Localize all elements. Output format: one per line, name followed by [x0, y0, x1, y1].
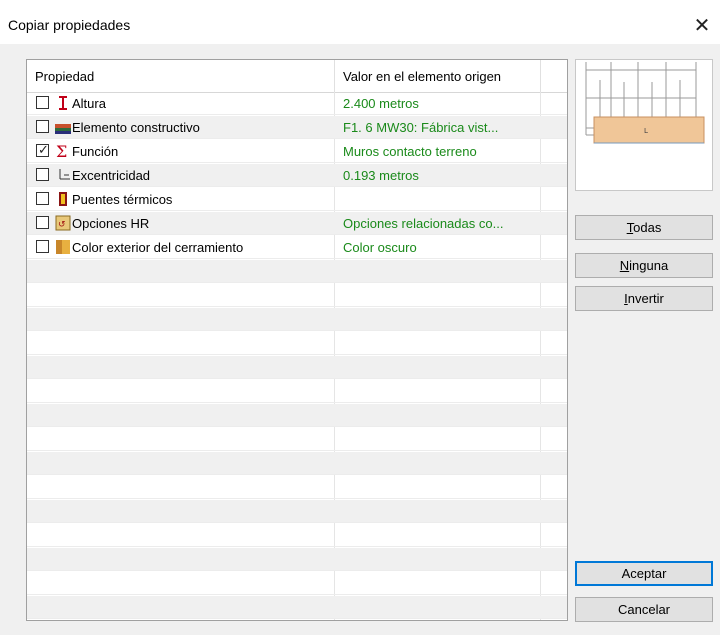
table-row [27, 476, 567, 499]
table-row[interactable]: ✓ Σ Función Muros contacto terreno [27, 140, 567, 163]
property-label: Excentricidad [72, 168, 151, 183]
button-label: inguna [629, 258, 669, 273]
table-row [27, 500, 567, 523]
table-row[interactable]: Puentes térmicos [27, 188, 567, 211]
exterior-color-icon [55, 239, 71, 255]
table-row[interactable]: Excentricidad 0.193 metros [27, 164, 567, 187]
table-row[interactable]: Color exterior del cerramiento Color oscu… [27, 236, 567, 259]
hr-options-icon: ↺ [55, 215, 71, 231]
table-row[interactable]: ↺ Opciones HR Opciones relacionadas co... [27, 212, 567, 235]
properties-list[interactable]: Propiedad Valor en el elemento origen Al… [26, 59, 568, 621]
table-row [27, 428, 567, 451]
header-property[interactable]: Propiedad [35, 69, 94, 84]
construction-element-icon [55, 119, 71, 135]
table-row [27, 356, 567, 379]
column-separator[interactable] [334, 60, 335, 92]
checkbox[interactable] [36, 120, 49, 133]
building-preview: L [576, 60, 712, 190]
window-title: Copiar propiedades [8, 17, 131, 33]
thermal-bridge-icon [55, 191, 71, 207]
invert-button[interactable]: Invertir [575, 286, 713, 311]
checkmark-icon: ✓ [38, 142, 49, 157]
title-bar: Copiar propiedades ✕ [0, 0, 720, 44]
preview-image: L [575, 59, 713, 191]
button-label: odas [633, 220, 662, 235]
checkbox[interactable] [36, 96, 49, 109]
sigma-icon: Σ [55, 142, 71, 161]
property-value: 0.193 metros [343, 168, 419, 183]
property-value: Muros contacto terreno [343, 144, 477, 159]
property-value: F1. 6 MW30: Fábrica vist... [343, 120, 499, 135]
table-row [27, 260, 567, 283]
table-row [27, 524, 567, 547]
checkbox[interactable] [36, 168, 49, 181]
checkbox[interactable] [36, 216, 49, 229]
property-label: Altura [72, 96, 106, 111]
property-label: Opciones HR [72, 216, 150, 231]
table-row [27, 332, 567, 355]
table-row [27, 572, 567, 595]
checkbox[interactable] [36, 240, 49, 253]
checkbox-checked[interactable]: ✓ [36, 142, 49, 157]
property-label: Elemento constructivo [72, 120, 200, 135]
height-icon [55, 95, 71, 111]
table-row [27, 284, 567, 307]
header-value[interactable]: Valor en el elemento origen [343, 69, 501, 84]
eccentricity-icon [55, 167, 71, 183]
svg-text:L: L [644, 127, 648, 135]
list-header: Propiedad Valor en el elemento origen [27, 60, 567, 93]
table-row [27, 548, 567, 571]
table-row [27, 596, 567, 619]
checkbox[interactable] [36, 192, 49, 205]
table-row [27, 404, 567, 427]
column-separator[interactable] [540, 60, 541, 92]
cancel-button[interactable]: Cancelar [575, 597, 713, 622]
property-value: Color oscuro [343, 240, 417, 255]
accept-button[interactable]: Aceptar [575, 561, 713, 586]
button-label: nvertir [627, 291, 664, 306]
property-label: Puentes térmicos [72, 192, 173, 207]
property-label: Función [72, 144, 119, 159]
table-row[interactable]: Elemento constructivo F1. 6 MW30: Fábrica… [27, 116, 567, 139]
property-value: Opciones relacionadas co... [343, 216, 504, 231]
table-row [27, 452, 567, 475]
table-row [27, 380, 567, 403]
button-accesskey: N [619, 258, 630, 273]
close-icon[interactable]: ✕ [690, 14, 714, 38]
select-all-button[interactable]: Todas [575, 215, 713, 240]
property-value: 2.400 metros [343, 96, 419, 111]
svg-text:Σ: Σ [56, 143, 67, 159]
table-row[interactable]: Altura 2.400 metros [27, 92, 567, 115]
select-none-button[interactable]: Ninguna [575, 253, 713, 278]
svg-text:↺: ↺ [58, 220, 66, 230]
property-label: Color exterior del cerramiento [72, 240, 244, 255]
table-row [27, 308, 567, 331]
